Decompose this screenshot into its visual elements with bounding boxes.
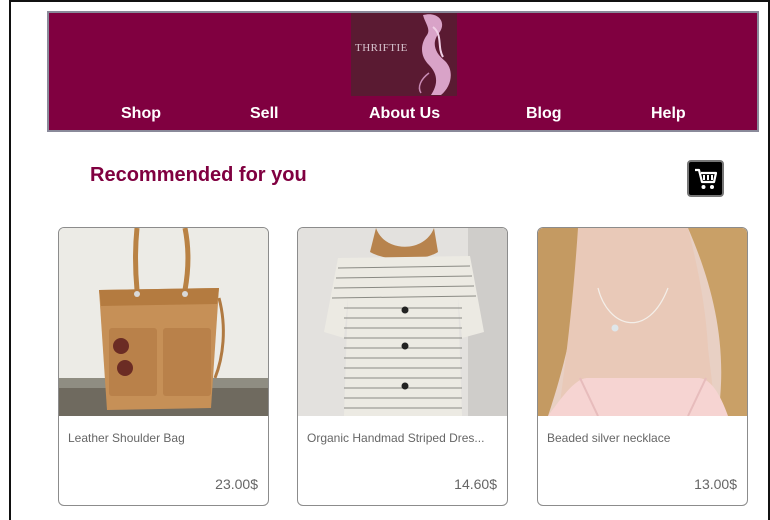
nav-blog[interactable]: Blog — [526, 105, 562, 123]
nav-sell[interactable]: Sell — [250, 105, 278, 123]
section-title: Recommended for you — [90, 164, 307, 186]
nav-shop[interactable]: Shop — [121, 105, 161, 123]
product-name: Leather Shoulder Bag — [68, 431, 185, 445]
product-card-striped-dress[interactable]: Organic Handmad Striped Dres... 14.60$ — [297, 227, 508, 506]
nav-help[interactable]: Help — [651, 105, 686, 123]
shopping-cart-icon — [695, 168, 718, 189]
product-price: 13.00$ — [694, 476, 737, 492]
product-price: 23.00$ — [215, 476, 258, 492]
product-name: Beaded silver necklace — [547, 431, 671, 445]
product-name: Organic Handmad Striped Dres... — [307, 431, 485, 445]
product-card-leather-bag[interactable]: Leather Shoulder Bag 23.00$ — [58, 227, 269, 506]
logo-brush-icon — [418, 14, 451, 95]
logo-text: THRIFTIE — [355, 42, 408, 54]
nav-about-us[interactable]: About Us — [369, 105, 440, 123]
product-image-leather-bag — [59, 228, 268, 416]
site-header: THRIFTIE Shop Sell About Us Blog Help — [47, 11, 759, 132]
cart-button[interactable] — [687, 160, 724, 197]
site-logo[interactable]: THRIFTIE — [351, 13, 457, 96]
product-image-silver-necklace — [538, 228, 747, 416]
product-card-silver-necklace[interactable]: Beaded silver necklace 13.00$ — [537, 227, 748, 506]
product-image-striped-dress — [298, 228, 507, 416]
product-price: 14.60$ — [454, 476, 497, 492]
